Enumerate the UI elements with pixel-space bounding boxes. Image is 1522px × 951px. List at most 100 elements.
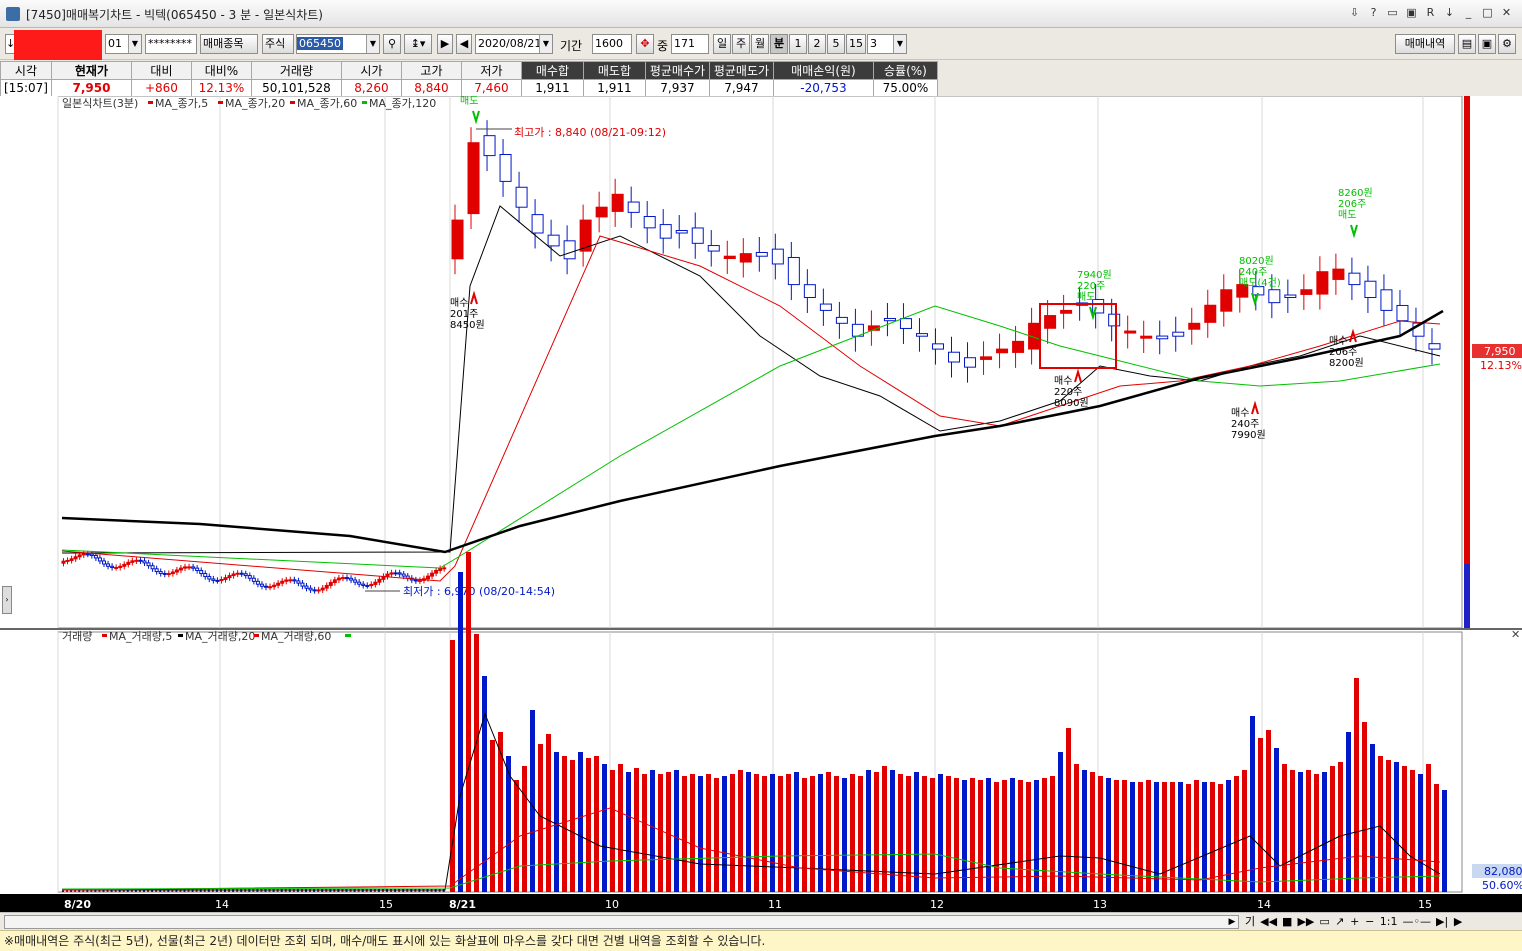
r-icon[interactable]: R (1423, 5, 1438, 20)
volume-bar (594, 756, 599, 892)
interval-1-button[interactable]: 1 (789, 34, 807, 54)
close-icon[interactable]: ✕ (1499, 5, 1514, 20)
settings-icon[interactable]: ⚙ (1498, 34, 1516, 54)
candle (377, 578, 382, 583)
code-input[interactable]: 065450 ▼ (296, 34, 380, 54)
volume-bar (1226, 780, 1231, 892)
info-value: 12.13% (190, 79, 252, 97)
list-icon[interactable]: ↨▾ (404, 34, 432, 54)
market-button[interactable]: 주식 (262, 34, 294, 54)
volume-bar (682, 776, 687, 892)
volume-bar (946, 776, 951, 892)
window-icon[interactable]: ▭ (1319, 914, 1329, 930)
page-right-icon[interactable]: ▶ (1453, 914, 1463, 930)
candle (1124, 330, 1137, 334)
candle (328, 582, 333, 586)
candle (1220, 289, 1233, 312)
volume-bar (1266, 730, 1271, 892)
gear-icon[interactable]: 기 (1245, 914, 1255, 930)
minute-button[interactable]: 분 (770, 34, 788, 54)
date-field[interactable]: 2020/08/21 ▼ (475, 34, 553, 54)
legend-item: MA_종가,60 (297, 97, 357, 110)
chart-svg[interactable]: 8/20 14 15 8/21 10 11 12 13 14 15 일본식차트(3분) MA_종가,5… (0, 95, 1522, 912)
skip-end-icon[interactable]: ▶| (1436, 914, 1448, 930)
x-axis-label: 15 (379, 898, 393, 911)
stop-icon[interactable]: ■ (1282, 914, 1292, 930)
volume-bar (1314, 774, 1319, 892)
legend-item: MA_거래량,20 (185, 630, 255, 643)
day-button[interactable]: 일 (713, 34, 731, 54)
trade-annotation: 8020원 (1239, 255, 1274, 267)
interval-5-button[interactable]: 5 (827, 34, 845, 54)
maximize-icon[interactable]: □ (1480, 5, 1495, 20)
info-header: 매수합 (520, 61, 584, 80)
volume-bar (1274, 748, 1279, 892)
interval-15-button[interactable]: 15 (846, 34, 866, 54)
search-icon[interactable]: ⚲ (383, 34, 401, 54)
chart-area[interactable]: 8/20 14 15 8/21 10 11 12 13 14 15 일본식차트(3분) MA_종가,5… (0, 95, 1522, 912)
count-input[interactable]: 171 (671, 34, 709, 54)
scroll-track[interactable]: ▶ (4, 915, 1239, 929)
candle (883, 317, 896, 322)
candle (467, 142, 480, 215)
password-field[interactable]: ******** (145, 34, 197, 54)
candle (235, 572, 240, 575)
candle (170, 571, 175, 575)
next-icon[interactable]: ▶ (437, 34, 453, 54)
candle (389, 572, 394, 575)
print-icon[interactable]: ▣ (1404, 5, 1419, 20)
title-bar: [7450]매매복기차트 - 빅텍(065450 - 3 분 - 일본식차트) … (0, 0, 1522, 28)
chart-scrollbar[interactable]: ▶ 기 ◀◀ ■ ▶▶ ▭ ↗ + − 1:1 —◦— ▶| ▶ (0, 912, 1522, 930)
restore-icon[interactable]: ▭ (1385, 5, 1400, 20)
slider-icon[interactable]: —◦— (1402, 914, 1431, 930)
volume-bar (810, 776, 815, 892)
info-value: 7,937 (644, 79, 710, 97)
link-icon[interactable]: ⇩ (1347, 5, 1362, 20)
interval-2-button[interactable]: 2 (808, 34, 826, 54)
volume-bar (666, 772, 671, 892)
zoom-out-icon[interactable]: − (1365, 914, 1375, 930)
trade-item-button[interactable]: 매매종목 (200, 34, 258, 54)
fast-forward-icon[interactable]: ▶▶ (1297, 914, 1314, 930)
period-input[interactable]: 1600 (592, 34, 632, 54)
week-button[interactable]: 주 (732, 34, 750, 54)
candle (353, 579, 358, 583)
zoom-in-icon[interactable]: + (1350, 914, 1360, 930)
candle (707, 245, 720, 252)
candle (1188, 322, 1201, 330)
volume-bar (1082, 770, 1087, 892)
volume-bar (530, 710, 535, 892)
volume-bar (818, 774, 823, 892)
info-header: 승률(%) (872, 61, 938, 80)
volume-bar (634, 768, 639, 892)
trade-history-button[interactable]: 매매내역 (1395, 34, 1455, 54)
candle (162, 572, 167, 575)
expand-panel-icon[interactable]: › (2, 586, 12, 614)
trade-annotation: 240주 (1231, 419, 1259, 430)
pin-icon[interactable]: ↓ (1442, 5, 1457, 20)
candle (316, 589, 321, 592)
prev-icon[interactable]: ◀ (456, 34, 472, 54)
folder-icon[interactable]: ▤ (1458, 34, 1476, 54)
volume-bar (1178, 782, 1183, 892)
scroll-right-icon[interactable]: ▶ (1226, 916, 1238, 928)
candle (268, 586, 273, 589)
save-icon[interactable]: ▣ (1478, 34, 1496, 54)
candle (819, 303, 832, 311)
crosshair-icon[interactable]: ✥ (636, 34, 654, 54)
info-header: 평균매수가 (644, 61, 710, 80)
help-icon[interactable]: ? (1366, 5, 1381, 20)
volume-bar (1346, 732, 1351, 892)
trade-annotation: 매수 (1329, 335, 1347, 347)
candle (438, 568, 443, 571)
interval-select[interactable]: 3 ▼ (867, 34, 907, 54)
volume-bar (770, 774, 775, 892)
minimize-icon[interactable]: _ (1461, 5, 1476, 20)
draw-icon[interactable]: ↗ (1335, 914, 1345, 930)
account-select[interactable]: 01 ▼ (105, 34, 142, 54)
volume-bar (746, 772, 751, 892)
candle (199, 570, 204, 575)
volume-bar (1170, 782, 1175, 892)
month-button[interactable]: 월 (751, 34, 769, 54)
rewind-icon[interactable]: ◀◀ (1260, 914, 1277, 930)
